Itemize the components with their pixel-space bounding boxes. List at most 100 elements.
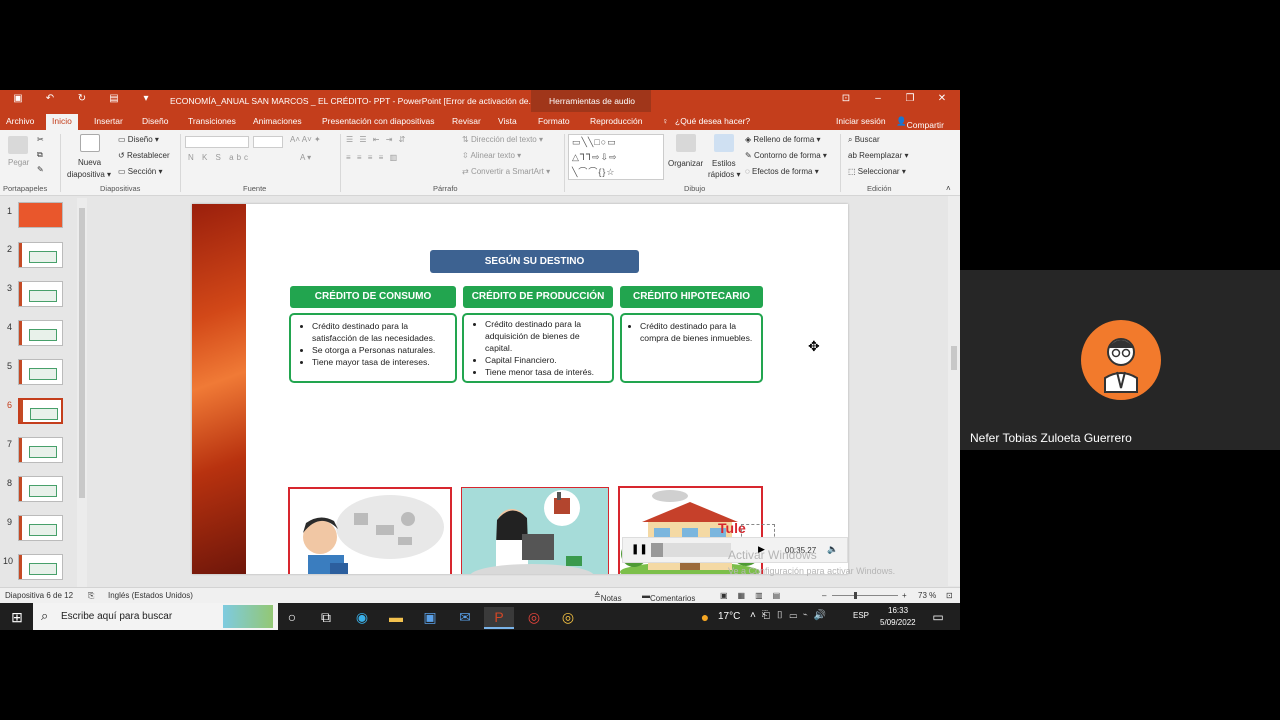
paste-icon[interactable]: [8, 136, 28, 154]
seek-bar[interactable]: [651, 543, 731, 557]
tell-me-box[interactable]: ¿Qué desea hacer?: [675, 116, 750, 126]
thumb-slide-10[interactable]: [18, 554, 63, 580]
task-view-icon[interactable]: ⧉: [316, 607, 336, 627]
notifications-icon[interactable]: ▭: [928, 607, 948, 627]
replace-button[interactable]: ab Reemplazar ▾: [848, 151, 909, 160]
input-language[interactable]: ESP: [853, 611, 869, 620]
thumbnail-scrollbar[interactable]: [77, 198, 87, 588]
col2-title[interactable]: CRÉDITO DE PRODUCCIÓN: [463, 286, 613, 308]
font-format-icons[interactable]: N K S abc: [188, 153, 251, 162]
pause-icon[interactable]: ❚❚: [631, 544, 648, 555]
fit-slide-icon[interactable]: ⊡: [946, 591, 953, 600]
thumb-slide-1[interactable]: [18, 202, 63, 228]
language-indicator[interactable]: Inglés (Estados Unidos): [108, 591, 193, 600]
customize-qat-icon[interactable]: ▾: [138, 93, 154, 104]
quick-styles-label2[interactable]: rápidos ▾: [708, 170, 741, 179]
format-painter-icon[interactable]: ✎: [37, 165, 44, 174]
edge-icon[interactable]: ◉: [352, 607, 372, 627]
zoom-in-icon[interactable]: +: [902, 591, 907, 600]
thumb-slide-3[interactable]: [18, 281, 63, 307]
spellcheck-icon[interactable]: ⎘: [88, 591, 94, 601]
notes-button[interactable]: ≙ Notas: [594, 591, 622, 603]
thumb-slide-5[interactable]: [18, 359, 63, 385]
taskbar-search[interactable]: ⌕ Escribe aquí para buscar: [33, 603, 278, 630]
list-icons[interactable]: ☰ ☰ ⇤ ⇥ ⇵: [346, 135, 407, 144]
shape-effects-button[interactable]: ◌ Efectos de forma ▾: [745, 167, 819, 176]
slide-header[interactable]: SEGÚN SU DESTINO: [430, 250, 639, 273]
tray-icons[interactable]: ˄⎗▯▭⌁🔊: [750, 610, 832, 621]
thumb-slide-6[interactable]: [18, 398, 63, 424]
section-button[interactable]: ▭ Sección ▾: [118, 167, 163, 176]
save-icon[interactable]: ▣: [10, 93, 26, 104]
thumb-slide-9[interactable]: [18, 515, 63, 541]
view-buttons[interactable]: ▣▦▥▤: [720, 591, 790, 600]
new-slide-icon[interactable]: [80, 134, 100, 152]
zoom-out-icon[interactable]: –: [822, 591, 826, 600]
smartart-button[interactable]: ⇄ Convertir a SmartArt ▾: [462, 167, 550, 176]
arrange-icon[interactable]: [676, 134, 696, 152]
chrome-icon[interactable]: ◎: [524, 607, 544, 627]
comments-button[interactable]: ▬ Comentarios: [642, 591, 695, 603]
store-icon[interactable]: ▣: [420, 607, 440, 627]
clock-date[interactable]: 5/09/2022: [880, 618, 916, 627]
clock-time[interactable]: 16:33: [888, 606, 908, 615]
cut-icon[interactable]: ✂: [37, 135, 44, 144]
font-name-box[interactable]: [185, 136, 249, 148]
col2-box[interactable]: Crédito destinado para la adquisición de…: [462, 313, 614, 383]
layout-button[interactable]: ▭ Diseño ▾: [118, 135, 159, 144]
col3-box[interactable]: Crédito destinado para la compra de bien…: [620, 313, 763, 383]
select-button[interactable]: ⬚ Seleccionar ▾: [848, 167, 906, 176]
participant-video-tile[interactable]: Nefer Tobias Zuloeta Guerrero: [960, 270, 1280, 450]
tab-diseno[interactable]: Diseño: [142, 116, 168, 126]
copy-icon[interactable]: ⧉: [37, 150, 43, 160]
tab-revisar[interactable]: Revisar: [452, 116, 481, 126]
close-icon[interactable]: ✕: [934, 93, 950, 104]
font-size-box[interactable]: [253, 136, 283, 148]
production-illustration[interactable]: [461, 487, 609, 574]
zoom-level[interactable]: 73 %: [918, 591, 936, 600]
slide-canvas[interactable]: SEGÚN SU DESTINO CRÉDITO DE CONSUMO CRÉD…: [192, 204, 848, 574]
col1-title[interactable]: CRÉDITO DE CONSUMO: [290, 286, 456, 308]
font-color-icon[interactable]: A ▾: [300, 153, 311, 162]
mail-icon[interactable]: ✉: [455, 607, 475, 627]
collapse-ribbon-icon[interactable]: ˄: [946, 184, 951, 193]
font-grow-icon[interactable]: A˄ A˅ ✦: [290, 135, 321, 144]
tab-inicio[interactable]: Inicio: [46, 114, 78, 130]
new-slide-label2[interactable]: diapositiva ▾: [67, 170, 111, 179]
file-explorer-icon[interactable]: ▬: [386, 607, 406, 627]
signin-link[interactable]: Iniciar sesión: [836, 116, 886, 126]
maximize-icon[interactable]: ❐: [902, 93, 918, 104]
thumb-slide-7[interactable]: [18, 437, 63, 463]
shape-outline-button[interactable]: ✎ Contorno de forma ▾: [745, 151, 827, 160]
ribbon-display-icon[interactable]: ⊡: [838, 93, 854, 104]
find-button[interactable]: ⌕ Buscar: [848, 135, 880, 145]
tab-reproduccion[interactable]: Reproducción: [590, 116, 642, 126]
thumb-slide-4[interactable]: [18, 320, 63, 346]
thumb-slide-2[interactable]: [18, 242, 63, 268]
volume-icon[interactable]: 🔈: [827, 544, 838, 555]
arrange-label[interactable]: Organizar: [668, 159, 703, 168]
minimize-icon[interactable]: –: [870, 93, 886, 104]
weather-icon[interactable]: ●: [695, 607, 715, 627]
tab-formato[interactable]: Formato: [538, 116, 570, 126]
reset-button[interactable]: ↺ Restablecer: [118, 151, 170, 160]
powerpoint-taskbar-icon[interactable]: P: [484, 607, 514, 629]
tab-presentacion[interactable]: Presentación con diapositivas: [322, 116, 434, 126]
thumb-slide-8[interactable]: [18, 476, 63, 502]
tab-insertar[interactable]: Insertar: [94, 116, 123, 126]
windows-start-icon[interactable]: ⊞: [7, 607, 27, 627]
col3-title[interactable]: CRÉDITO HIPOTECARIO: [620, 286, 763, 308]
chrome-icon-2[interactable]: ◎: [558, 607, 578, 627]
temperature[interactable]: 17°C: [718, 611, 740, 622]
paste-label[interactable]: Pegar: [8, 158, 29, 167]
consumer-illustration[interactable]: [288, 487, 452, 574]
tab-transiciones[interactable]: Transiciones: [188, 116, 236, 126]
quick-styles-label[interactable]: Estilos: [712, 159, 736, 168]
col1-box[interactable]: Crédito destinado para la satisfacción d…: [289, 313, 457, 383]
align-text-button[interactable]: ⇳ Alinear texto ▾: [462, 151, 521, 160]
redo-icon[interactable]: ↻: [74, 93, 90, 104]
tab-archivo[interactable]: Archivo: [6, 116, 34, 126]
new-slide-label[interactable]: Nueva: [78, 158, 101, 167]
shape-fill-button[interactable]: ◈ Relleno de forma ▾: [745, 135, 821, 144]
shapes-gallery[interactable]: ▭╲╲□○▭ △⅂⅂⇨⇩⇨ ╲⌒⌒{}☆: [568, 134, 664, 180]
